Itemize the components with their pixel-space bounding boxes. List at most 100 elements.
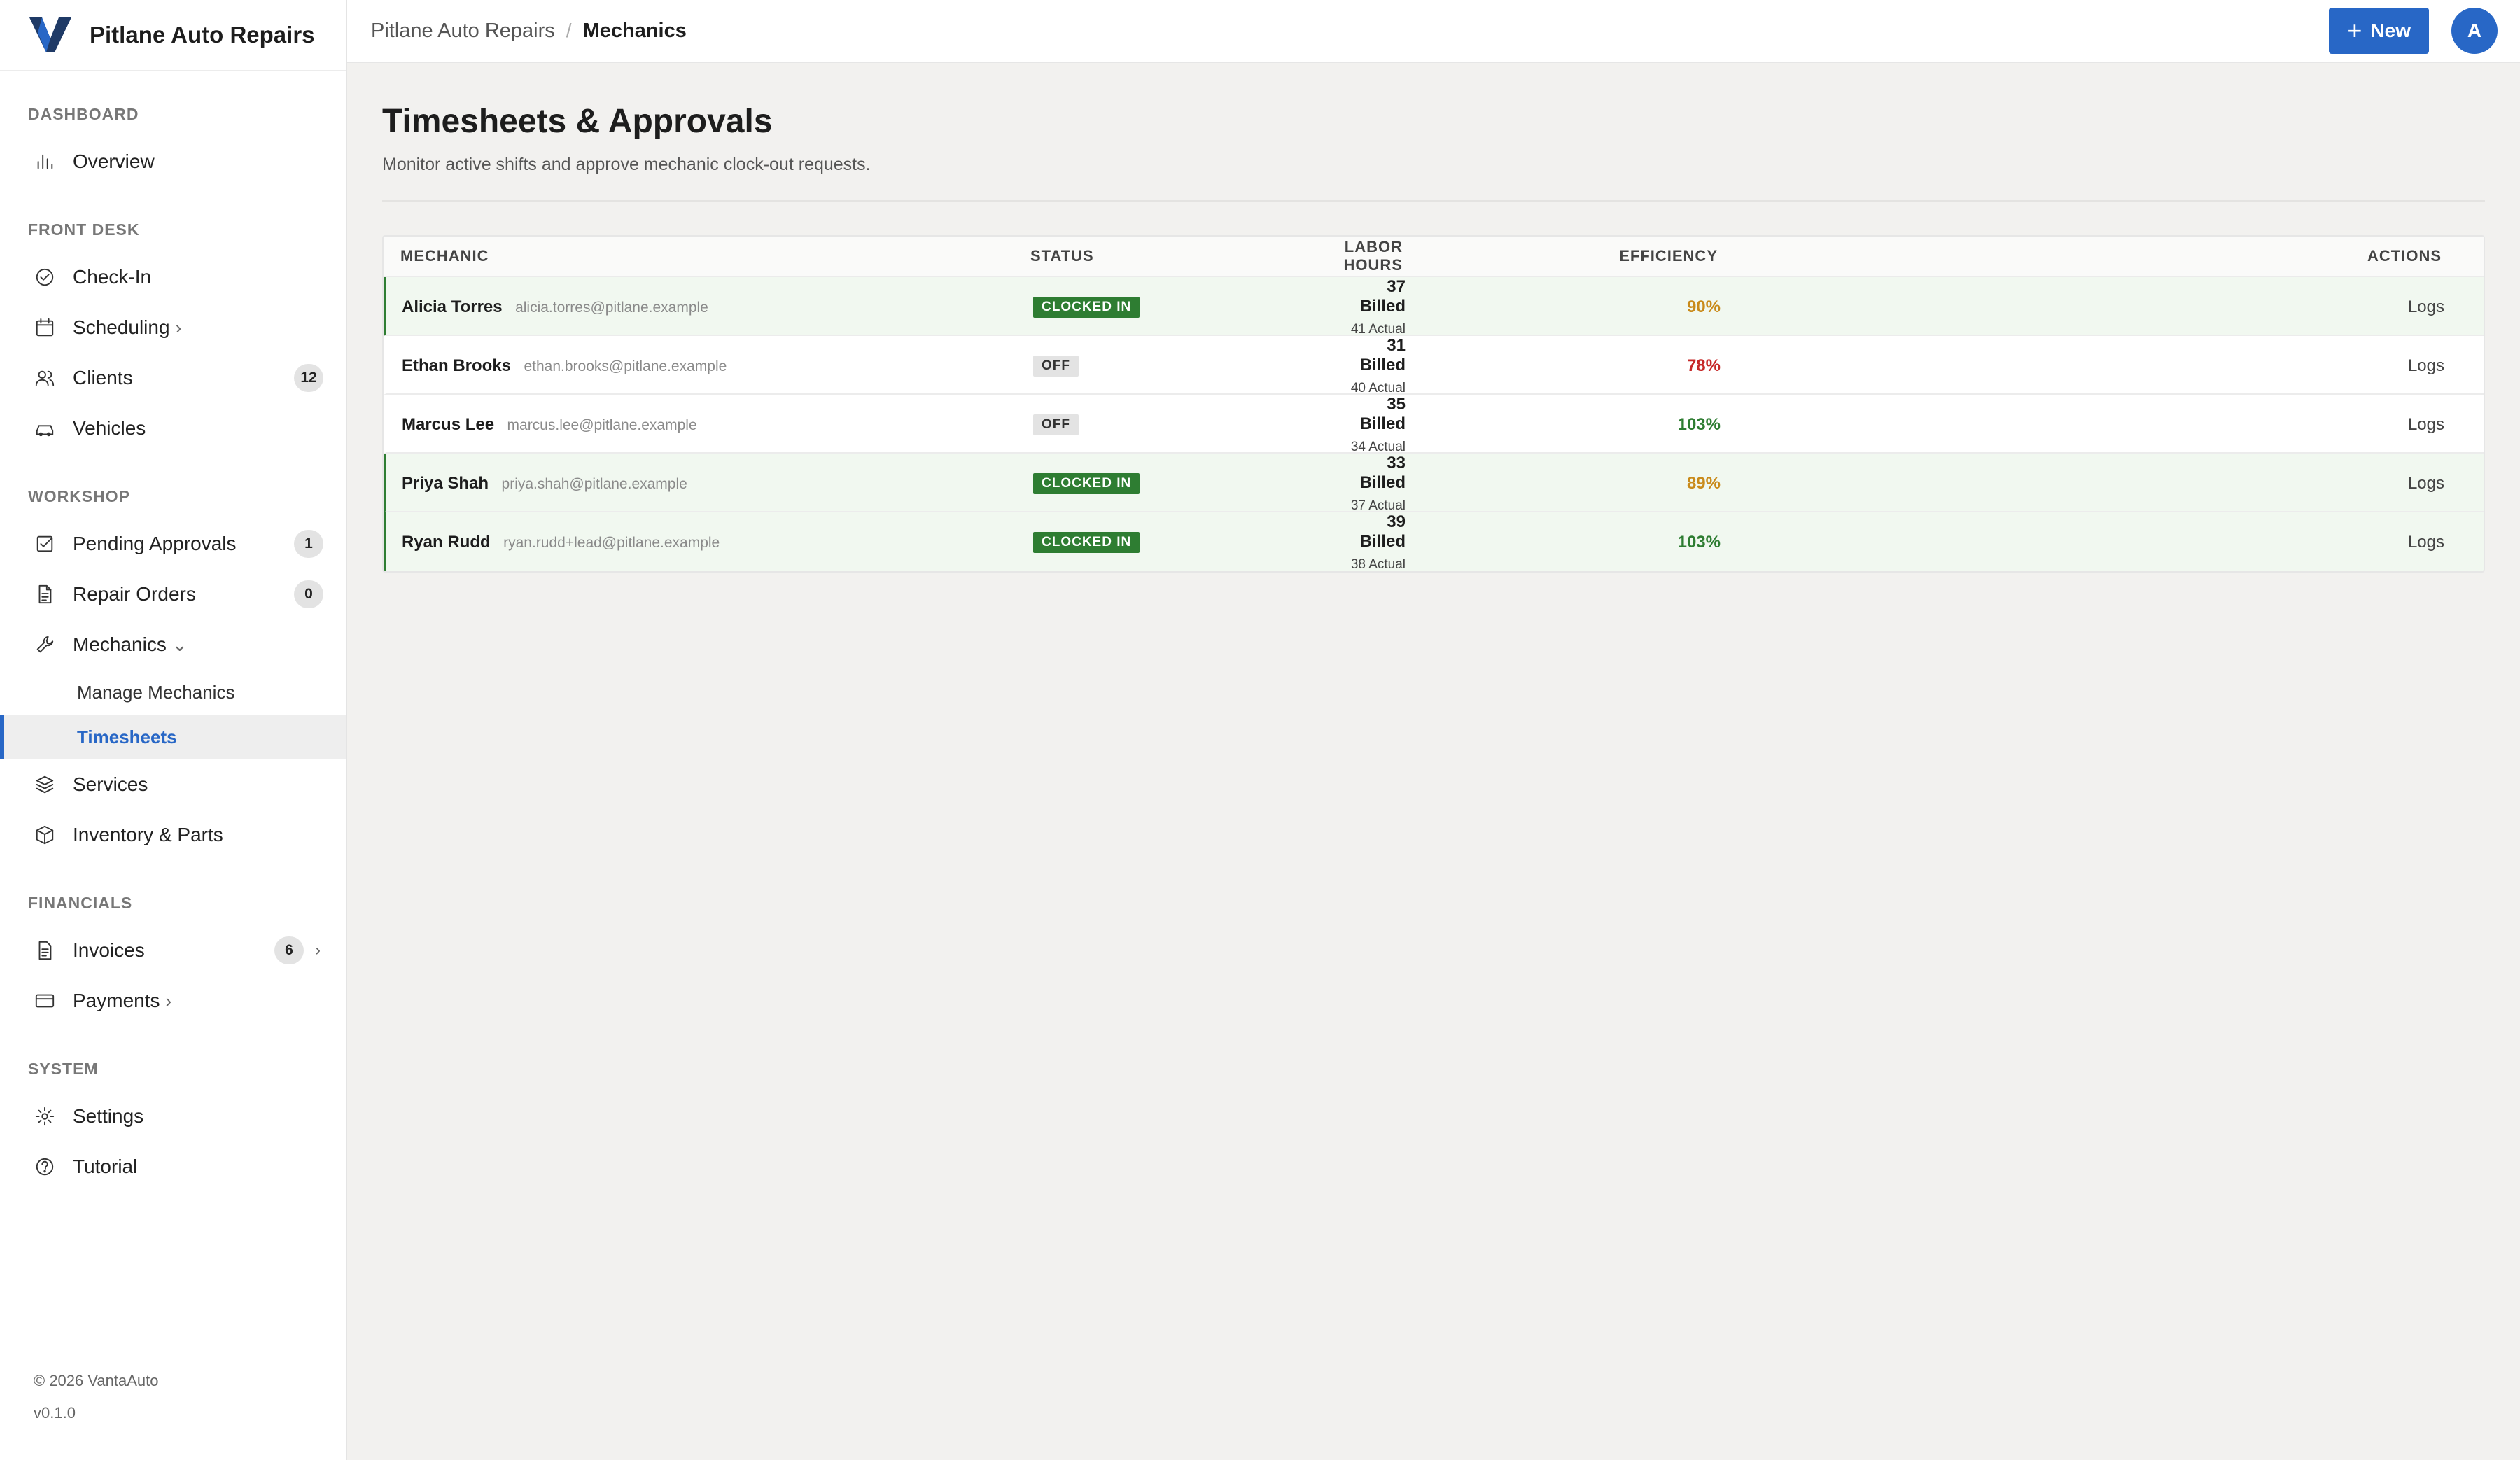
sidebar-item-clients[interactable]: Clients 12 <box>0 353 346 403</box>
sidebar-item-payments[interactable]: Payments › <box>0 976 346 1026</box>
brand[interactable]: Pitlane Auto Repairs <box>0 0 346 71</box>
count-badge: 6 <box>274 936 304 964</box>
mechanic-email: alicia.torres@pitlane.example <box>515 300 708 316</box>
logs-link[interactable]: Logs <box>1737 533 2461 552</box>
billed-hours: 39 Billed <box>1359 512 1406 551</box>
sidebar-item-label: Scheduling <box>73 316 170 338</box>
actual-hours: 40 Actual <box>1350 381 1406 395</box>
car-icon <box>34 417 56 440</box>
sidebar: Pitlane Auto Repairs DASHBOARD Overview FR… <box>0 0 347 1460</box>
header-status: STATUS <box>1030 247 1094 265</box>
sidebar-item-inventory-and-parts[interactable]: Inventory & Parts <box>0 810 346 860</box>
layers-icon <box>34 773 56 796</box>
nav-section-financials: FINANCIALS <box>28 894 133 912</box>
sidebar-subitem-timesheets[interactable]: Timesheets <box>0 715 346 759</box>
labor-hours-cell: 35 Billed 34 Actual <box>1324 395 1422 455</box>
actual-hours: 41 Actual <box>1350 322 1406 337</box>
sidebar-item-label: Mechanics <box>73 633 167 655</box>
sidebar-item-pending-approvals[interactable]: Pending Approvals 1 <box>0 519 346 569</box>
efficiency-value: 78% <box>1686 356 1721 375</box>
breadcrumb-root[interactable]: Pitlane Auto Repairs <box>371 20 555 43</box>
sidebar-item-tutorial[interactable]: Tutorial <box>0 1142 346 1192</box>
count-badge: 12 <box>294 364 323 392</box>
topbar: Pitlane Auto Repairs / Mechanics + New A <box>347 0 2520 63</box>
breadcrumb-separator: / <box>566 20 572 41</box>
efficiency-value: 89% <box>1686 474 1721 493</box>
copyright: © 2026 VantaAuto <box>34 1372 159 1389</box>
sidebar-subitem-manage-mechanics[interactable]: Manage Mechanics <box>0 670 346 715</box>
sidebar-nav: DASHBOARD Overview FRONT DESK Check-In Sched… <box>0 105 346 1192</box>
status-badge: CLOCKED IN <box>1033 532 1140 553</box>
status-badge: CLOCKED IN <box>1033 297 1140 318</box>
bar-chart-icon <box>34 150 56 173</box>
mechanic-name: Priya Shah <box>402 474 489 493</box>
new-button[interactable]: + New <box>2329 8 2429 54</box>
sidebar-item-label: Tutorial <box>73 1156 138 1177</box>
status-cell: CLOCKED IN <box>1016 297 1324 318</box>
sidebar-item-label: Vehicles <box>73 417 146 439</box>
sidebar-item-label: Settings <box>73 1105 144 1127</box>
sidebar-item-overview[interactable]: Overview <box>0 136 346 187</box>
logs-link[interactable]: Logs <box>1737 297 2461 317</box>
mechanic-name: Ryan Rudd <box>402 533 491 552</box>
check-circle-icon <box>34 266 56 288</box>
mechanic-cell: Alicia Torres alicia.torres@pitlane.exam… <box>386 297 1016 317</box>
sidebar-item-repair-orders[interactable]: Repair Orders 0 <box>0 569 346 619</box>
page-subtitle: Monitor active shifts and approve mechan… <box>382 155 871 174</box>
credit-card-icon <box>34 990 56 1012</box>
logs-link[interactable]: Logs <box>1737 474 2461 493</box>
version: v0.1.0 <box>34 1404 76 1422</box>
table-row[interactable]: Ethan Brooks ethan.brooks@pitlane.exampl… <box>384 336 2484 395</box>
labor-hours-cell: 33 Billed 37 Actual <box>1324 454 1422 514</box>
avatar[interactable]: A <box>2451 8 2498 54</box>
logs-link[interactable]: Logs <box>1737 415 2461 435</box>
sidebar-item-invoices[interactable]: Invoices 6 › <box>0 925 346 976</box>
plus-icon: + <box>2347 16 2362 45</box>
status-badge: OFF <box>1033 414 1079 435</box>
chevron-right-icon: › <box>175 316 182 338</box>
breadcrumb-current: Mechanics <box>582 19 687 42</box>
labor-hours-cell: 31 Billed 40 Actual <box>1324 336 1422 396</box>
chevron-right-icon: › <box>315 941 321 960</box>
sidebar-item-services[interactable]: Services <box>0 759 346 810</box>
count-badge: 0 <box>294 580 323 608</box>
mechanic-name: Alicia Torres <box>402 297 503 316</box>
mechanic-email: marcus.lee@pitlane.example <box>507 417 697 433</box>
box-icon <box>34 824 56 846</box>
new-button-label: New <box>2370 20 2411 41</box>
actual-hours: 34 Actual <box>1350 440 1406 454</box>
help-circle-icon <box>34 1156 56 1178</box>
status-badge: CLOCKED IN <box>1033 473 1140 494</box>
page-title: Timesheets & Approvals <box>382 103 773 140</box>
mechanic-email: priya.shah@pitlane.example <box>501 476 687 492</box>
header-efficiency: EFFICIENCY <box>1619 247 1718 265</box>
actual-hours: 37 Actual <box>1350 498 1406 513</box>
mechanic-cell: Ethan Brooks ethan.brooks@pitlane.exampl… <box>386 356 1016 376</box>
billed-hours: 31 Billed <box>1359 336 1406 374</box>
nav-section-workshop: WORKSHOP <box>28 487 130 505</box>
invoice-icon <box>34 939 56 962</box>
efficiency-value: 103% <box>1677 415 1721 434</box>
chevron-right-icon: › <box>165 990 172 1011</box>
status-cell: OFF <box>1016 356 1324 377</box>
sidebar-item-label: Services <box>73 773 148 795</box>
table-row[interactable]: Priya Shah priya.shah@pitlane.example CL… <box>384 454 2484 514</box>
sidebar-item-check-in[interactable]: Check-In <box>0 252 346 302</box>
actual-hours: 38 Actual <box>1350 557 1406 572</box>
mechanic-cell: Marcus Lee marcus.lee@pitlane.example <box>386 415 1016 435</box>
sidebar-item-label: Pending Approvals <box>73 533 237 554</box>
sidebar-item-vehicles[interactable]: Vehicles <box>0 403 346 454</box>
table-row[interactable]: Marcus Lee marcus.lee@pitlane.example OF… <box>384 395 2484 454</box>
mechanic-cell: Ryan Rudd ryan.rudd+lead@pitlane.example <box>386 533 1016 552</box>
wrench-icon <box>34 633 56 656</box>
sidebar-item-mechanics[interactable]: Mechanics ⌄ <box>0 619 346 670</box>
sidebar-item-settings[interactable]: Settings <box>0 1091 346 1142</box>
logs-link[interactable]: Logs <box>1737 356 2461 376</box>
sidebar-item-scheduling[interactable]: Scheduling › <box>0 302 346 353</box>
document-icon <box>34 583 56 605</box>
table-row[interactable]: Ryan Rudd ryan.rudd+lead@pitlane.example… <box>384 512 2484 571</box>
content: Timesheets & Approvals Monitor active sh… <box>347 63 2520 573</box>
chevron-down-icon: ⌄ <box>172 633 188 655</box>
table-row[interactable]: Alicia Torres alicia.torres@pitlane.exam… <box>384 277 2484 337</box>
sidebar-item-label: Clients <box>73 367 133 388</box>
